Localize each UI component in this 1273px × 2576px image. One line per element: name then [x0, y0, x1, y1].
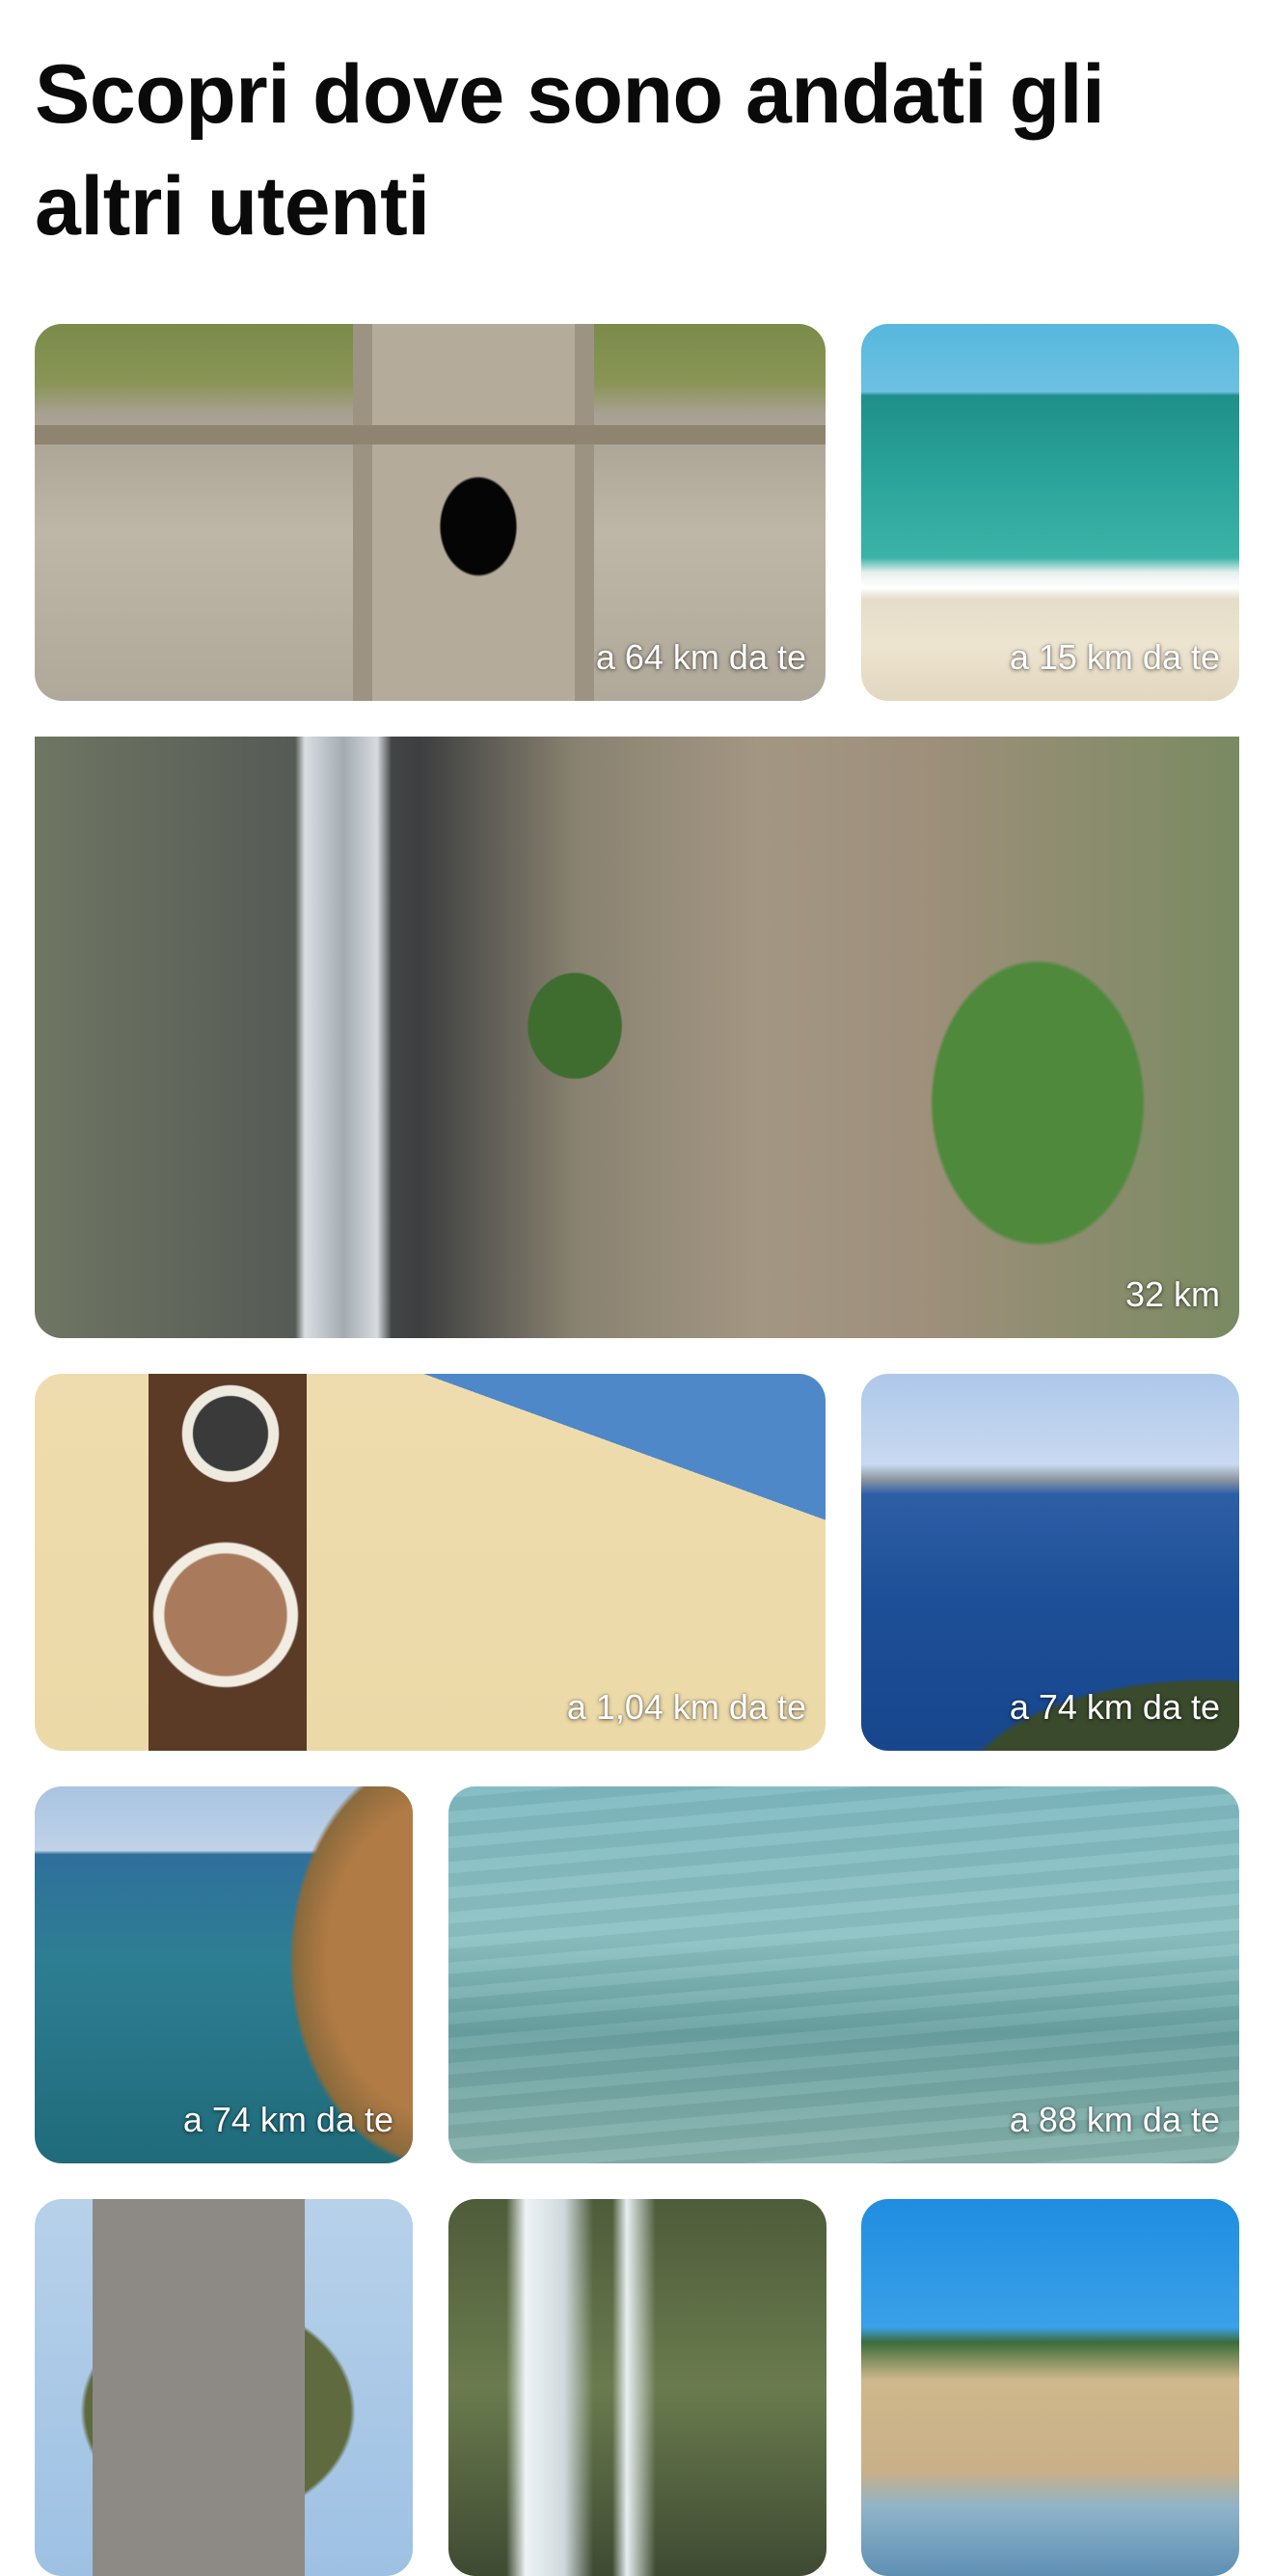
- place-card[interactable]: [35, 2199, 413, 2576]
- place-photo: [861, 2199, 1239, 2576]
- place-card[interactable]: a 64 km da te: [35, 324, 826, 701]
- place-card[interactable]: a 74 km da te: [35, 1786, 413, 2163]
- distance-label: 32 km: [1124, 1275, 1220, 1314]
- distance-label: a 74 km da te: [182, 2100, 393, 2139]
- place-card[interactable]: a 1,04 km da te: [35, 1374, 826, 1751]
- place-card[interactable]: a 88 km da te: [448, 1786, 1239, 2163]
- place-card[interactable]: 32 km: [35, 737, 1239, 1338]
- place-card[interactable]: a 74 km da te: [861, 1374, 1239, 1751]
- place-photo: [35, 737, 1239, 1338]
- distance-label: a 15 km da te: [1009, 637, 1220, 677]
- distance-label: a 64 km da te: [595, 637, 806, 677]
- distance-label: a 74 km da te: [1009, 1687, 1220, 1727]
- place-photo: [35, 2199, 413, 2576]
- page-title: Scopri dove sono andati gli altri utenti: [35, 48, 1105, 253]
- place-card[interactable]: a 15 km da te: [861, 324, 1239, 701]
- place-card[interactable]: [861, 2199, 1239, 2576]
- distance-label: a 88 km da te: [1009, 2100, 1220, 2139]
- distance-label: a 1,04 km da te: [566, 1687, 806, 1727]
- place-photo: [448, 2199, 826, 2576]
- place-card[interactable]: [448, 2199, 826, 2576]
